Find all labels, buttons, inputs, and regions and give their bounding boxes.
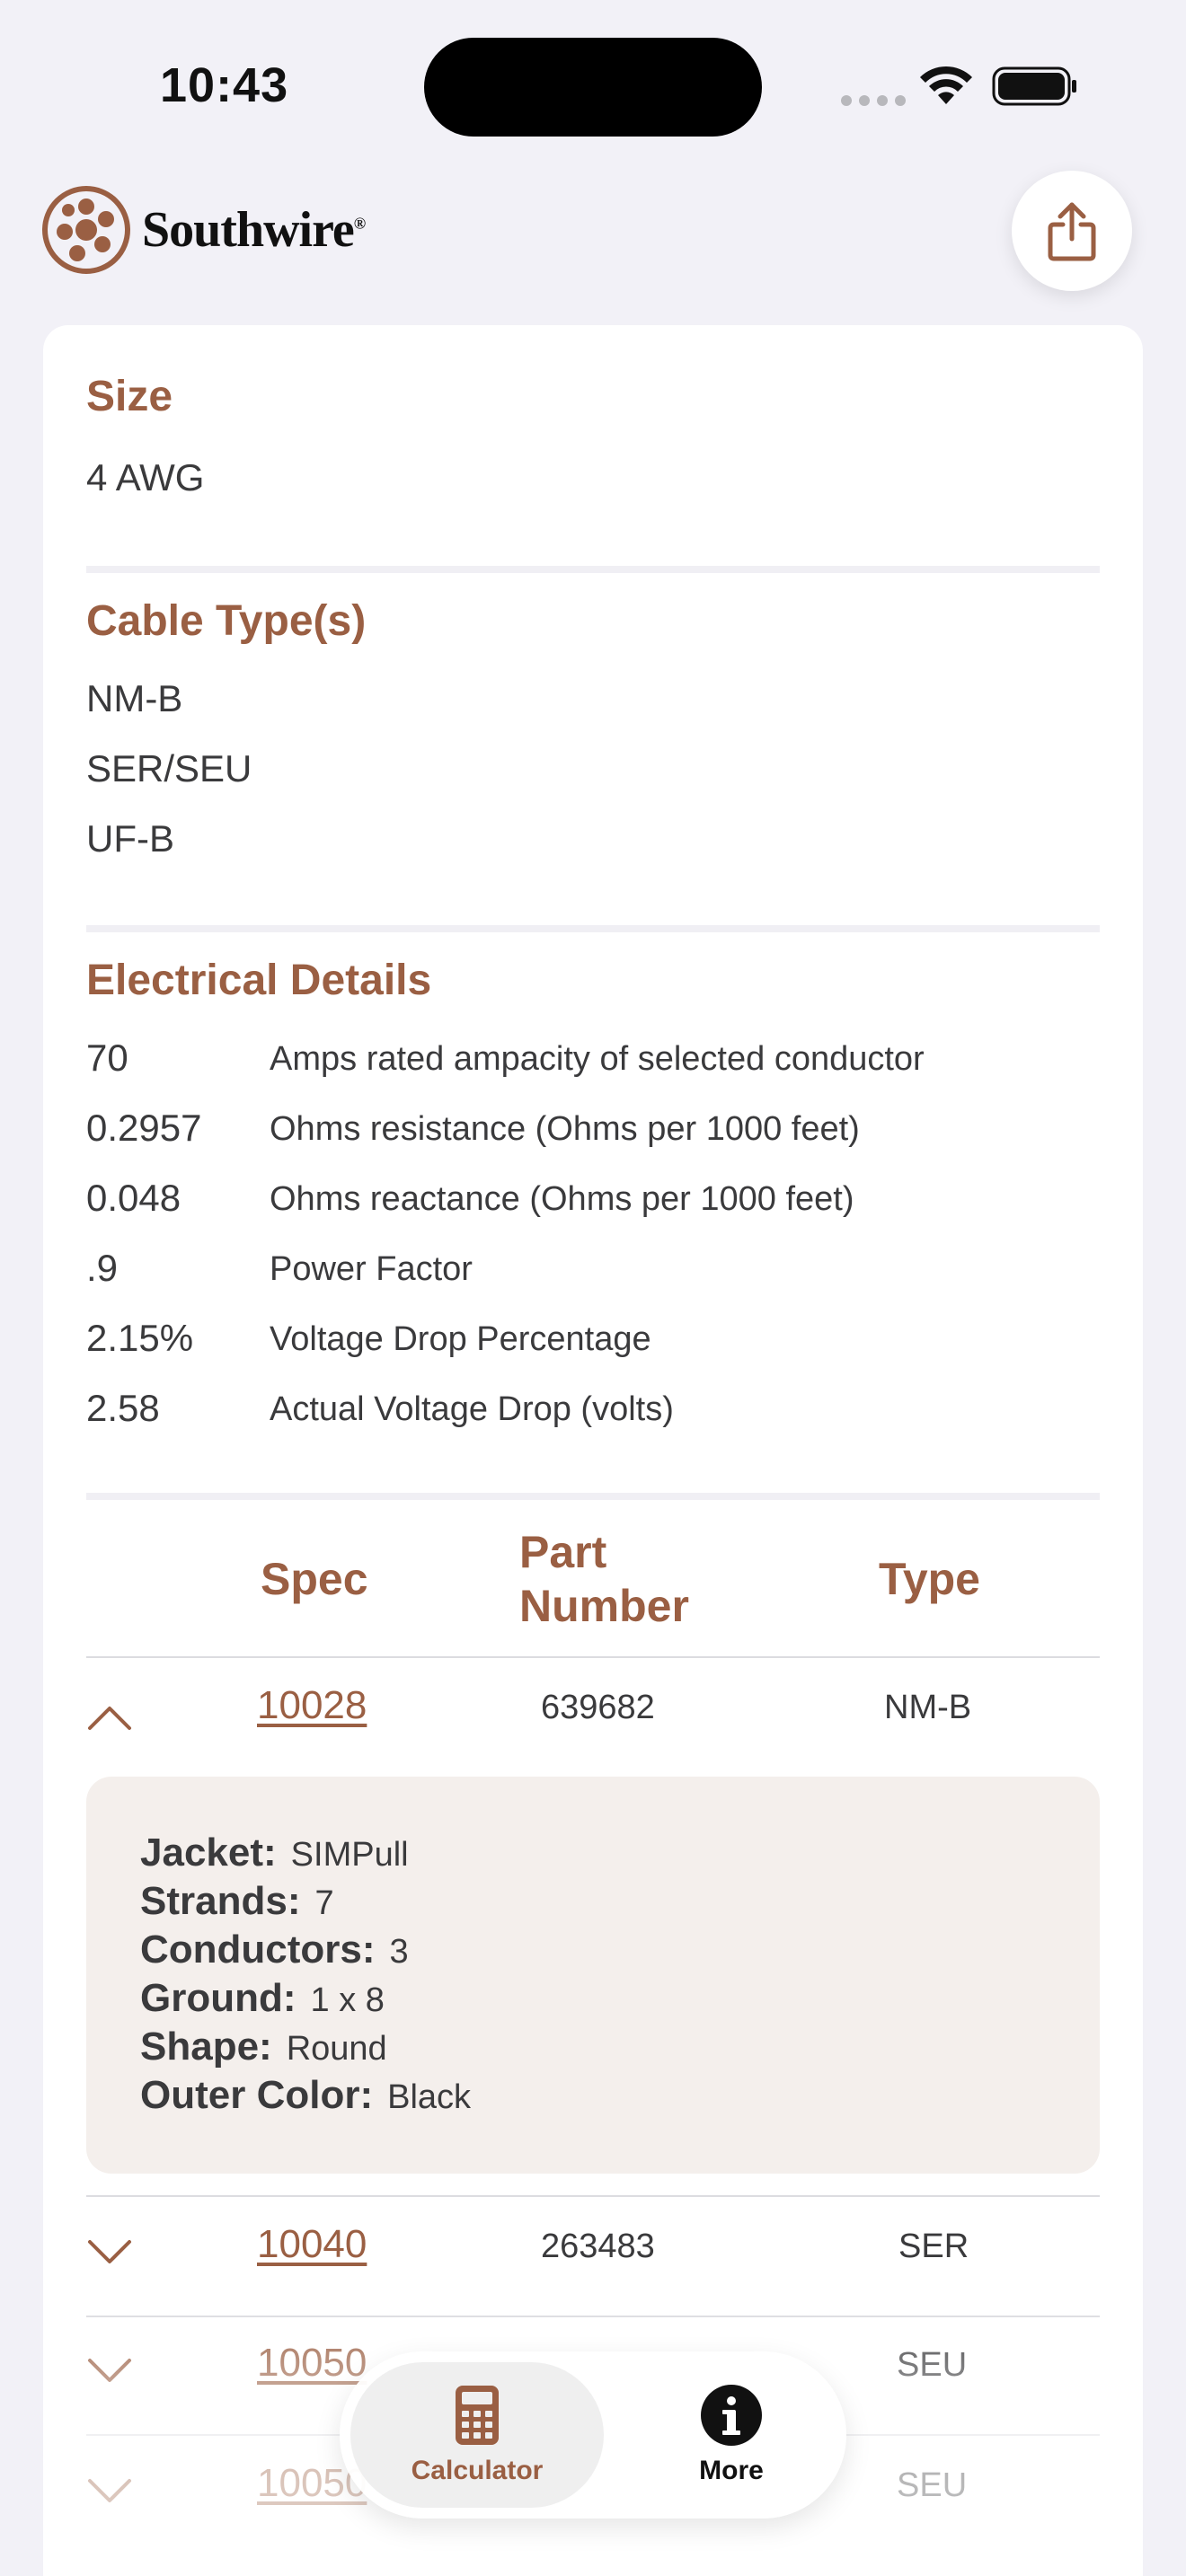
electrical-row: 70 Amps rated ampacity of selected condu… (86, 1037, 1100, 1090)
type-cell: SEU (897, 2346, 968, 2384)
chevron-down-icon[interactable] (86, 2233, 133, 2269)
logo-wordmark: Southwire® (142, 202, 366, 258)
tab-calculator[interactable]: Calculator (350, 2362, 604, 2508)
divider (86, 566, 1100, 573)
type-cell: SEU (897, 2466, 968, 2504)
electrical-row: 2.15% Voltage Drop Percentage (86, 1317, 1100, 1371)
electrical-value: .9 (86, 1247, 119, 1289)
electrical-row: .9 Power Factor (86, 1247, 1100, 1301)
electrical-value: 0.048 (86, 1177, 181, 1219)
size-value: 4 AWG (86, 456, 205, 498)
divider (86, 925, 1100, 932)
spec-detail-line: Ground: 1 x 8 (140, 1976, 385, 2020)
electrical-row: 0.2957 Ohms resistance (Ohms per 1000 fe… (86, 1107, 1100, 1160)
electrical-label: Amps rated ampacity of selected conducto… (270, 1040, 925, 1078)
electrical-label: Voltage Drop Percentage (270, 1320, 651, 1358)
battery-icon (992, 66, 1076, 106)
spec-detail-line: Shape: Round (140, 2025, 387, 2069)
spec-detail-panel: Jacket: SIMPull Strands: 7 Conductors: 3 Gr… (86, 1777, 1100, 2174)
table-divider (86, 2195, 1100, 2197)
electrical-label: Ohms resistance (Ohms per 1000 feet) (270, 1110, 860, 1148)
electrical-label: Actual Voltage Drop (volts) (270, 1390, 674, 1428)
column-header-type: Type (879, 1554, 980, 1604)
part-number: 639682 (541, 1689, 655, 1726)
size-title: Size (86, 373, 173, 420)
chevron-down-icon[interactable] (86, 2472, 133, 2508)
cable-type-item: NM-B (86, 677, 183, 719)
electrical-label: Ohms reactance (Ohms per 1000 feet) (270, 1180, 854, 1218)
wifi-icon (920, 66, 972, 104)
calculator-icon (456, 2386, 499, 2445)
info-icon (701, 2385, 762, 2446)
share-icon (1048, 202, 1096, 261)
spec-link[interactable]: 10028 (257, 1683, 367, 1728)
chevron-up-icon[interactable] (86, 1699, 133, 1735)
spec-detail-line: Strands: 7 (140, 1879, 334, 1923)
electrical-value: 70 (86, 1037, 128, 1079)
table-divider (86, 1656, 1100, 1658)
electrical-label: Power Factor (270, 1250, 473, 1288)
cable-type-item: SER/SEU (86, 747, 252, 790)
results-card: Size 4 AWG Cable Type(s) NM-B SER/SEU UF… (43, 325, 1143, 2576)
share-button[interactable] (1012, 171, 1132, 291)
status-bar: 10:43 (0, 0, 1186, 171)
divider (86, 1493, 1100, 1500)
spec-detail-line: Conductors: 3 (140, 1928, 409, 1972)
tab-calculator-label: Calculator (411, 2456, 544, 2485)
spec-link[interactable]: 10040 (257, 2222, 367, 2267)
app-header: Southwire® (0, 171, 1186, 323)
electrical-row: 0.048 Ohms reactance (Ohms per 1000 feet… (86, 1177, 1100, 1231)
southwire-logo: Southwire® (41, 185, 366, 275)
tab-more-label: More (699, 2456, 764, 2485)
electrical-value: 2.15% (86, 1317, 194, 1359)
type-cell: NM-B (884, 1689, 972, 1726)
part-number: 263483 (541, 2228, 655, 2265)
column-header-spec: Spec (261, 1554, 368, 1604)
electrical-details-title: Electrical Details (86, 957, 432, 1004)
spec-link[interactable]: 10050 (257, 2341, 367, 2386)
status-time: 10:43 (160, 58, 289, 112)
type-cell: SER (898, 2228, 969, 2265)
electrical-value: 2.58 (86, 1387, 160, 1429)
column-header-part-number: Part Number (519, 1527, 689, 1631)
tab-more[interactable]: More (624, 2362, 839, 2508)
cable-types-title: Cable Type(s) (86, 597, 367, 645)
cellular-signal-icon (841, 95, 906, 106)
southwire-logo-mark-icon (42, 186, 130, 274)
electrical-value: 0.2957 (86, 1107, 202, 1149)
chevron-down-icon[interactable] (86, 2351, 133, 2387)
tab-bar: Calculator More (340, 2351, 846, 2519)
spec-detail-line: Jacket: SIMPull (140, 1831, 409, 1875)
electrical-row: 2.58 Actual Voltage Drop (volts) (86, 1387, 1100, 1441)
spec-detail-line: Outer Color: Black (140, 2073, 472, 2117)
dynamic-island (424, 38, 762, 137)
table-divider (86, 2316, 1100, 2317)
cable-type-item: UF-B (86, 817, 174, 860)
